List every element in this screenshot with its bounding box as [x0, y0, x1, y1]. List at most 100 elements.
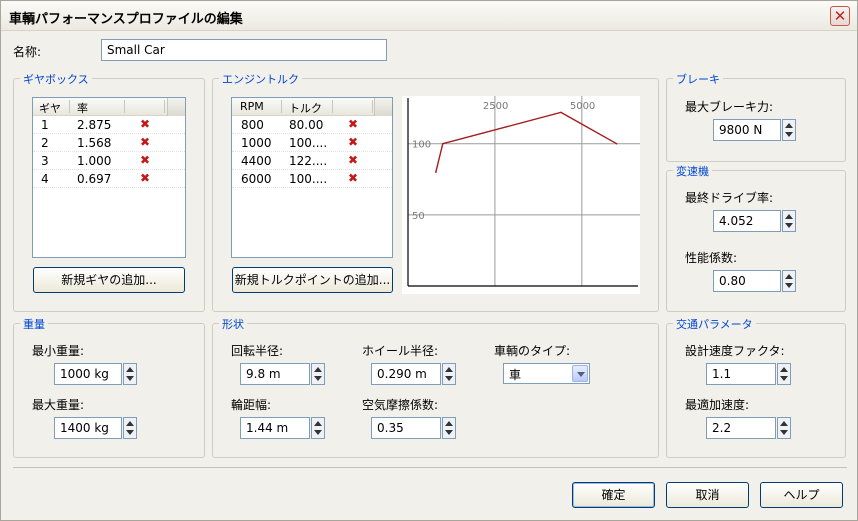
min-weight-spinner[interactable] — [123, 363, 137, 385]
list-item[interactable]: 3 1.000 ✖ — [33, 152, 185, 170]
list-item[interactable]: 6000 100.... ✖ — [232, 170, 392, 188]
delete-icon[interactable]: ✖ — [139, 136, 151, 148]
track-width-spinner[interactable] — [311, 417, 325, 439]
rpm-col-header[interactable]: RPM — [240, 100, 264, 113]
help-button[interactable]: ヘルプ — [760, 482, 843, 508]
cancel-button[interactable]: 取消 — [666, 482, 749, 508]
turn-radius-label: 回転半径: — [231, 344, 284, 358]
final-drive-spinner[interactable] — [782, 210, 796, 232]
list-item[interactable]: 4400 122.... ✖ — [232, 152, 392, 170]
rpm-value: 6000 — [241, 172, 272, 186]
name-label: 名称: — [13, 45, 42, 59]
add-gear-button[interactable]: 新規ギヤの追加... — [33, 267, 185, 293]
window-title: 車輌パフォーマンスプロファイルの編集 — [9, 12, 243, 27]
speed-factor-label: 設計速度ファクタ: — [685, 344, 785, 358]
x-tick-label: 2500 — [483, 101, 508, 112]
y-tick-label: 50 — [412, 211, 425, 222]
efficiency-spinner[interactable] — [782, 270, 796, 292]
list-scroll-corner — [374, 98, 392, 116]
footer-divider — [13, 467, 847, 468]
drag-coefficient-input[interactable]: 0.35 — [371, 417, 441, 439]
gear-number: 4 — [41, 172, 49, 186]
torque-list[interactable]: RPM トルク 800 80.00 ✖ 1000 100.... ✖ 4400 … — [231, 97, 393, 258]
turn-radius-spinner[interactable] — [311, 363, 325, 385]
torque-value: 122.... — [289, 154, 328, 168]
wheel-radius-spinner[interactable] — [442, 363, 456, 385]
wheel-radius-input[interactable]: 0.290 m — [371, 363, 441, 385]
max-weight-input[interactable]: 1400 kg — [54, 417, 122, 439]
torque-value: 80.00 — [289, 118, 324, 132]
speed-factor-spinner[interactable] — [777, 363, 791, 385]
gear-ratio: 2.875 — [77, 118, 112, 132]
final-drive-input[interactable]: 4.052 — [713, 210, 781, 232]
efficiency-input[interactable]: 0.80 — [713, 270, 781, 292]
optimal-accel-input[interactable]: 2.2 — [706, 417, 776, 439]
traffic-title: 交通パラメータ — [673, 316, 756, 332]
close-button[interactable]: ✕ — [830, 6, 850, 26]
list-item[interactable]: 1000 100.... ✖ — [232, 134, 392, 152]
max-brake-input[interactable]: 9800 N — [713, 119, 781, 141]
gear-number: 1 — [41, 118, 49, 132]
delete-icon[interactable]: ✖ — [139, 172, 151, 184]
gear-list[interactable]: ギヤ 率 1 2.875 ✖ 2 1.568 ✖ 3 1.000 ✖ 4 0.6… — [32, 97, 186, 258]
torque-point — [560, 111, 562, 114]
ok-button[interactable]: 確定 — [572, 482, 655, 508]
gear-ratio: 1.568 — [77, 136, 112, 150]
list-item[interactable]: 2 1.568 ✖ — [33, 134, 185, 152]
torque-title: エンジントルク — [219, 71, 302, 87]
min-weight-input[interactable]: 1000 kg — [54, 363, 122, 385]
title-bar: 車輌パフォーマンスプロファイルの編集 ✕ — [1, 1, 857, 31]
list-item[interactable]: 1 2.875 ✖ — [33, 116, 185, 134]
delete-icon[interactable]: ✖ — [347, 118, 359, 130]
weight-title: 重量 — [20, 316, 48, 332]
delete-icon[interactable]: ✖ — [347, 154, 359, 166]
torque-value: 100.... — [289, 172, 328, 186]
ratio-col-header[interactable]: 率 — [77, 100, 88, 116]
torque-point — [435, 171, 437, 173]
delete-icon[interactable]: ✖ — [347, 172, 359, 184]
delete-icon[interactable]: ✖ — [347, 136, 359, 148]
list-item[interactable]: 4 0.697 ✖ — [33, 170, 185, 188]
torque-point — [441, 142, 444, 145]
turn-radius-input[interactable]: 9.8 m — [240, 363, 310, 385]
drag-coefficient-spinner[interactable] — [442, 417, 456, 439]
optimal-accel-label: 最適加速度: — [685, 398, 750, 412]
gear-ratio: 0.697 — [77, 172, 112, 186]
chevron-down-icon[interactable] — [572, 365, 588, 382]
list-scroll-corner — [167, 98, 185, 116]
name-input[interactable]: Small Car — [101, 39, 387, 61]
track-width-label: 輪距幅: — [231, 398, 272, 412]
vehicle-type-value: 車 — [509, 368, 522, 382]
speed-factor-input[interactable]: 1.1 — [706, 363, 776, 385]
efficiency-label: 性能係数: — [685, 251, 738, 265]
rpm-value: 800 — [241, 118, 264, 132]
x-tick-label: 5000 — [570, 101, 595, 112]
max-brake-spinner[interactable] — [782, 119, 796, 141]
rpm-value: 1000 — [241, 136, 272, 150]
delete-icon[interactable]: ✖ — [139, 154, 151, 166]
rpm-value: 4400 — [241, 154, 272, 168]
vehicle-type-label: 車輌のタイプ: — [494, 344, 571, 358]
max-weight-spinner[interactable] — [123, 417, 137, 439]
gear-number: 2 — [41, 136, 49, 150]
max-weight-label: 最大重量: — [32, 398, 85, 412]
add-torque-point-button[interactable]: 新規トルクポイントの追加... — [232, 267, 393, 293]
track-width-input[interactable]: 1.44 m — [240, 417, 310, 439]
gear-list-header: ギヤ 率 — [33, 98, 185, 116]
gear-col-header[interactable]: ギヤ — [39, 100, 61, 116]
max-brake-label: 最大ブレーキ力: — [685, 100, 774, 114]
brake-title: ブレーキ — [673, 71, 723, 87]
vehicle-type-select[interactable]: 車 — [503, 363, 590, 384]
gear-number: 3 — [41, 154, 49, 168]
transmission-title: 変速機 — [673, 163, 712, 179]
optimal-accel-spinner[interactable] — [777, 417, 791, 439]
shape-title: 形状 — [219, 316, 247, 332]
gear-ratio: 1.000 — [77, 154, 112, 168]
close-icon: ✕ — [833, 7, 847, 25]
list-item[interactable]: 800 80.00 ✖ — [232, 116, 392, 134]
delete-icon[interactable]: ✖ — [139, 118, 151, 130]
torque-col-header[interactable]: トルク — [289, 100, 322, 116]
torque-list-header: RPM トルク — [232, 98, 392, 116]
y-tick-label: 100 — [412, 140, 431, 151]
drag-coefficient-label: 空気摩擦係数: — [362, 398, 439, 412]
